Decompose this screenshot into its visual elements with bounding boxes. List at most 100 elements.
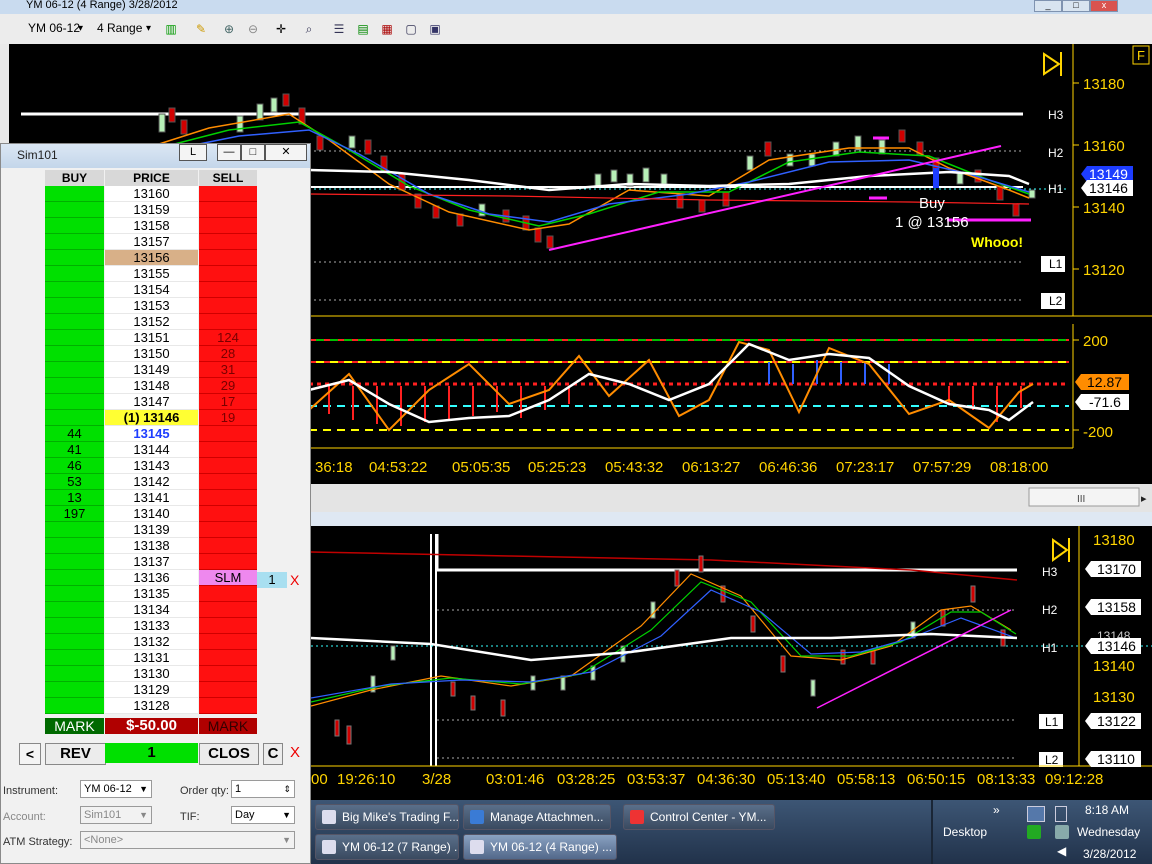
buy-cell[interactable] (45, 362, 104, 378)
sell-cell[interactable] (199, 314, 257, 330)
sell-cell[interactable]: 17 (199, 394, 257, 410)
sell-cell[interactable] (199, 250, 257, 266)
price-cell[interactable]: 13149 (105, 362, 198, 378)
price-cell[interactable]: 13131 (105, 650, 198, 666)
buy-cell[interactable]: 53 (45, 474, 104, 490)
taskbar-item-control-center[interactable]: Control Center - YM... (623, 804, 775, 830)
price-cell[interactable]: 13129 (105, 682, 198, 698)
price-cell[interactable]: 13138 (105, 538, 198, 554)
taskbar-overflow[interactable]: » (993, 803, 1000, 817)
data-box-icon[interactable]: ▢ (404, 22, 418, 36)
buy-cell[interactable] (45, 618, 104, 634)
buy-cell[interactable] (45, 634, 104, 650)
buy-cell[interactable]: 46 (45, 458, 104, 474)
price-cell[interactable]: 13141 (105, 490, 198, 506)
pnl-display[interactable]: $-50.00 (105, 718, 198, 734)
buy-cell[interactable] (45, 218, 104, 234)
sell-cell[interactable] (199, 586, 257, 602)
indicators-icon[interactable]: ▤ (356, 22, 370, 36)
sell-cell[interactable]: 124 (199, 330, 257, 346)
slm-cancel-button[interactable]: X (290, 572, 299, 588)
sell-cell[interactable] (199, 186, 257, 202)
buy-cell[interactable] (45, 250, 104, 266)
buy-cell[interactable] (45, 378, 104, 394)
sell-cell[interactable] (199, 522, 257, 538)
scroll-right-icon[interactable]: ▸ (1141, 493, 1147, 505)
clock-day[interactable]: Wednesday (1077, 825, 1140, 839)
strategies-icon[interactable]: ▦ (380, 22, 394, 36)
sell-cell[interactable]: 19 (199, 410, 257, 426)
buy-cell[interactable]: 13 (45, 490, 104, 506)
network-icon[interactable] (1027, 806, 1045, 822)
taskbar-item-chart-4range[interactable]: YM 06-12 (4 Range) ... (463, 834, 617, 860)
buy-cell[interactable] (45, 298, 104, 314)
price-cell[interactable]: 13154 (105, 282, 198, 298)
dom-minimize-button[interactable]: — (217, 144, 241, 161)
buy-cell[interactable] (45, 554, 104, 570)
sell-cell[interactable] (199, 682, 257, 698)
zoom-in-icon[interactable]: ⊕ (222, 22, 236, 36)
buy-cell[interactable] (45, 586, 104, 602)
sell-cell[interactable]: 29 (199, 378, 257, 394)
position-price-cell[interactable]: (1) 13146 (105, 410, 198, 426)
buy-cell[interactable] (45, 410, 104, 426)
link-button[interactable]: L (179, 144, 207, 161)
price-cell[interactable]: 13135 (105, 586, 198, 602)
price-cell[interactable]: 13142 (105, 474, 198, 490)
instrument-dropdown-icon[interactable]: ▾ (78, 23, 83, 34)
sell-cell[interactable] (199, 490, 257, 506)
slm-qty-badge[interactable]: 1 (257, 572, 287, 588)
sell-cell[interactable] (199, 538, 257, 554)
price-cell[interactable]: 13160 (105, 186, 198, 202)
price-cell[interactable]: 13128 (105, 698, 198, 714)
last-price-cell[interactable]: 13145 (105, 426, 198, 442)
interval-dropdown-icon[interactable]: ▾ (146, 23, 151, 34)
buy-cell[interactable] (45, 186, 104, 202)
buy-cell[interactable] (45, 346, 104, 362)
properties-icon[interactable]: ☰ (332, 22, 346, 36)
taskbar-item-chart-7range[interactable]: YM 06-12 (7 Range) ... (315, 834, 459, 860)
sell-cell[interactable] (199, 458, 257, 474)
buy-cell[interactable] (45, 570, 104, 586)
lower-window-titlebar[interactable] (311, 512, 1152, 526)
dom-maximize-button[interactable]: □ (241, 144, 265, 161)
account-select[interactable]: Sim101 ▼ (80, 806, 152, 824)
price-cell[interactable]: 13139 (105, 522, 198, 538)
price-cell[interactable]: 13130 (105, 666, 198, 682)
cancel-orders-button[interactable]: C (263, 743, 283, 765)
price-cell[interactable]: 13137 (105, 554, 198, 570)
orderqty-stepper[interactable]: 1 ⇕ (231, 780, 295, 798)
sell-cell[interactable] (199, 202, 257, 218)
buy-cell[interactable] (45, 314, 104, 330)
buy-cell[interactable] (45, 266, 104, 282)
sell-cell[interactable] (199, 426, 257, 442)
mark-buy-button[interactable]: MARK (45, 718, 104, 734)
price-cell[interactable]: 13147 (105, 394, 198, 410)
close-position-button[interactable]: CLOS (199, 743, 259, 765)
sell-cell[interactable] (199, 218, 257, 234)
maximize-button[interactable]: □ (1062, 0, 1090, 12)
buy-cell[interactable] (45, 682, 104, 698)
f-button[interactable]: F (1137, 48, 1145, 63)
sell-cell[interactable] (199, 634, 257, 650)
sell-cell[interactable] (199, 442, 257, 458)
price-cell[interactable]: 13152 (105, 314, 198, 330)
taskbar-item-forum[interactable]: Big Mike's Trading F... (315, 804, 459, 830)
sell-cell[interactable] (199, 282, 257, 298)
sync-icon[interactable] (1055, 825, 1069, 839)
buy-cell[interactable] (45, 650, 104, 666)
minimize-button[interactable]: _ (1034, 0, 1062, 12)
price-cell[interactable]: 13151 (105, 330, 198, 346)
instrument-select[interactable]: YM 06-12 ▼ (80, 780, 152, 798)
buy-cell[interactable]: 41 (45, 442, 104, 458)
buy-cell[interactable] (45, 698, 104, 714)
desktop-toolbar[interactable]: Desktop (943, 825, 987, 839)
buy-cell[interactable] (45, 602, 104, 618)
price-cell[interactable]: 13158 (105, 218, 198, 234)
price-cell[interactable]: 13155 (105, 266, 198, 282)
price-cell[interactable]: 13156 (105, 250, 198, 266)
superdom-titlebar[interactable]: Sim101 L — □ ✕ (1, 144, 310, 168)
zoom-out-icon[interactable]: ⊖ (246, 22, 260, 36)
price-cell[interactable]: 13157 (105, 234, 198, 250)
price-cell[interactable]: 13153 (105, 298, 198, 314)
